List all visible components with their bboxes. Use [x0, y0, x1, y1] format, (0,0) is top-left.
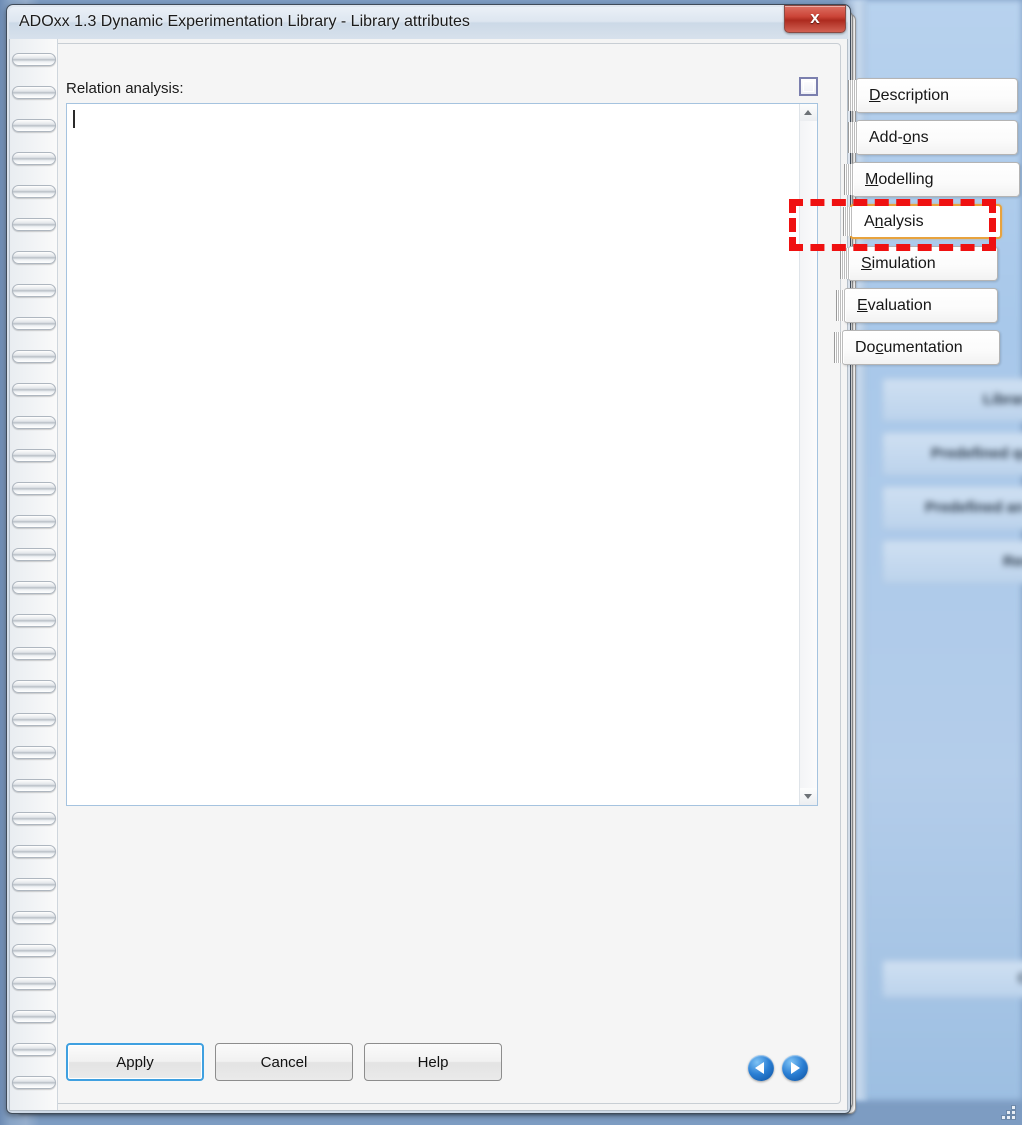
relation-analysis-textarea[interactable] [66, 103, 818, 806]
arrow-left-icon [755, 1062, 764, 1074]
library-attributes-dialog: ADOxx 1.3 Dynamic Experimentation Librar… [6, 4, 851, 1114]
resize-grip-icon[interactable] [1002, 1106, 1018, 1122]
textarea-content[interactable] [67, 104, 799, 805]
background-row-label: Clo [1018, 970, 1022, 987]
title-bar[interactable]: ADOxx 1.3 Dynamic Experimentation Librar… [9, 5, 848, 39]
tab-analysis[interactable]: Analysis [843, 204, 1002, 239]
checkbox-inner [803, 81, 814, 92]
apply-button[interactable]: Apply [66, 1043, 204, 1081]
scroll-down-button[interactable] [800, 788, 817, 805]
form-surface: Relation analysis: Apply Cancel Help [39, 43, 841, 1104]
spiral-binding [10, 39, 58, 1110]
help-button[interactable]: Help [364, 1043, 502, 1081]
tab-evaluation[interactable]: Evaluation [836, 288, 998, 323]
dialog-client-area: Relation analysis: Apply Cancel Help [9, 39, 848, 1111]
background-row-label: Rem [1003, 553, 1022, 570]
tab-documentation[interactable]: Documentation [834, 330, 1000, 365]
close-icon: x [810, 8, 820, 27]
attribute-tab-list: Description Add-ons Modelling Analysis S… [834, 78, 1022, 372]
scroll-up-arrow-icon [804, 110, 812, 115]
tab-modelling[interactable]: Modelling [844, 162, 1020, 197]
background-row-label: Predefined an [925, 499, 1022, 516]
background-row: Clo [882, 960, 1022, 998]
tab-label: Analysis [864, 212, 924, 230]
window-title: ADOxx 1.3 Dynamic Experimentation Librar… [19, 13, 470, 30]
background-row-label: Predefined qu [931, 445, 1022, 462]
background-row-label: Library [983, 391, 1022, 408]
cancel-button[interactable]: Cancel [215, 1043, 353, 1081]
tab-label: Documentation [855, 338, 963, 356]
tab-label: Add-ons [869, 128, 929, 146]
screen: Library Predefined qu Predefined an Rem … [0, 0, 1022, 1125]
tab-simulation[interactable]: Simulation [840, 246, 998, 281]
scroll-up-button[interactable] [800, 104, 817, 121]
tab-add-ons[interactable]: Add-ons [848, 120, 1018, 155]
tab-label: Description [869, 86, 950, 104]
vertical-scrollbar[interactable] [799, 104, 817, 805]
tab-label: Modelling [865, 170, 934, 188]
close-button[interactable]: x [784, 5, 846, 33]
scroll-down-arrow-icon [804, 794, 812, 799]
tab-description[interactable]: Description [848, 78, 1018, 113]
previous-page-button[interactable] [748, 1055, 774, 1081]
background-row: Predefined an [882, 486, 1022, 530]
relation-analysis-checkbox[interactable] [799, 77, 818, 96]
next-page-button[interactable] [782, 1055, 808, 1081]
relation-analysis-label: Relation analysis: [66, 80, 184, 97]
background-row: Predefined qu [882, 432, 1022, 476]
text-caret [73, 110, 75, 128]
arrow-right-icon [791, 1062, 800, 1074]
tab-label: Simulation [861, 254, 936, 272]
background-row: Rem [882, 540, 1022, 584]
background-row: Library [882, 378, 1022, 422]
tab-label: Evaluation [857, 296, 932, 314]
